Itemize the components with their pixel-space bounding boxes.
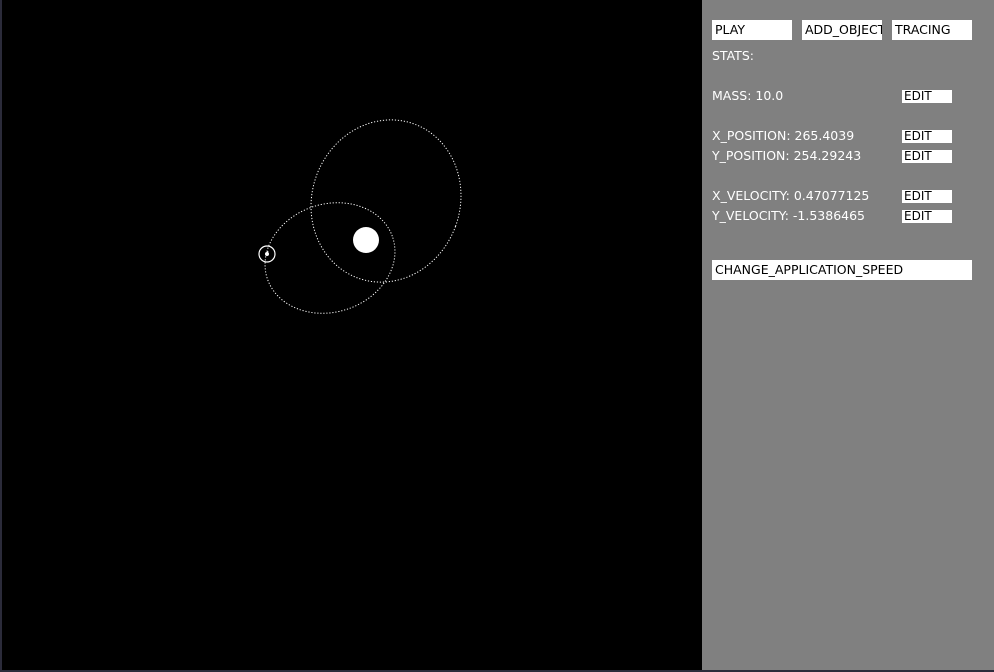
add-object-button[interactable]: ADD_OBJECT xyxy=(802,20,882,40)
change-application-speed-button[interactable]: CHANGE_APPLICATION_SPEED xyxy=(712,260,972,280)
simulation-canvas[interactable] xyxy=(2,0,702,670)
orbit-scene xyxy=(258,119,462,314)
orbit-trace-large xyxy=(310,119,462,283)
control-panel: PLAY ADD_OBJECT TRACING STATS: MASS: 10.… xyxy=(702,0,994,670)
central-body[interactable] xyxy=(353,227,379,253)
x-velocity-value: X_VELOCITY: 0.47077125 xyxy=(712,188,870,203)
app-window: PLAY ADD_OBJECT TRACING STATS: MASS: 10.… xyxy=(2,0,994,670)
edit-y-velocity-button[interactable]: EDIT xyxy=(902,210,952,223)
mass-value: MASS: 10.0 xyxy=(712,88,784,103)
edit-y-position-button[interactable]: EDIT xyxy=(902,150,952,163)
stats-header: STATS: xyxy=(712,48,754,63)
edit-mass-button[interactable]: EDIT xyxy=(902,90,952,103)
edit-x-position-button[interactable]: EDIT xyxy=(902,130,952,143)
tracing-button[interactable]: TRACING xyxy=(892,20,972,40)
y-position-value: Y_POSITION: 254.29243 xyxy=(712,148,862,163)
play-button[interactable]: PLAY xyxy=(712,20,792,40)
y-velocity-value: Y_VELOCITY: -1.5386465 xyxy=(712,208,866,223)
edit-x-velocity-button[interactable]: EDIT xyxy=(902,190,952,203)
x-position-value: X_POSITION: 265.4039 xyxy=(712,128,855,143)
